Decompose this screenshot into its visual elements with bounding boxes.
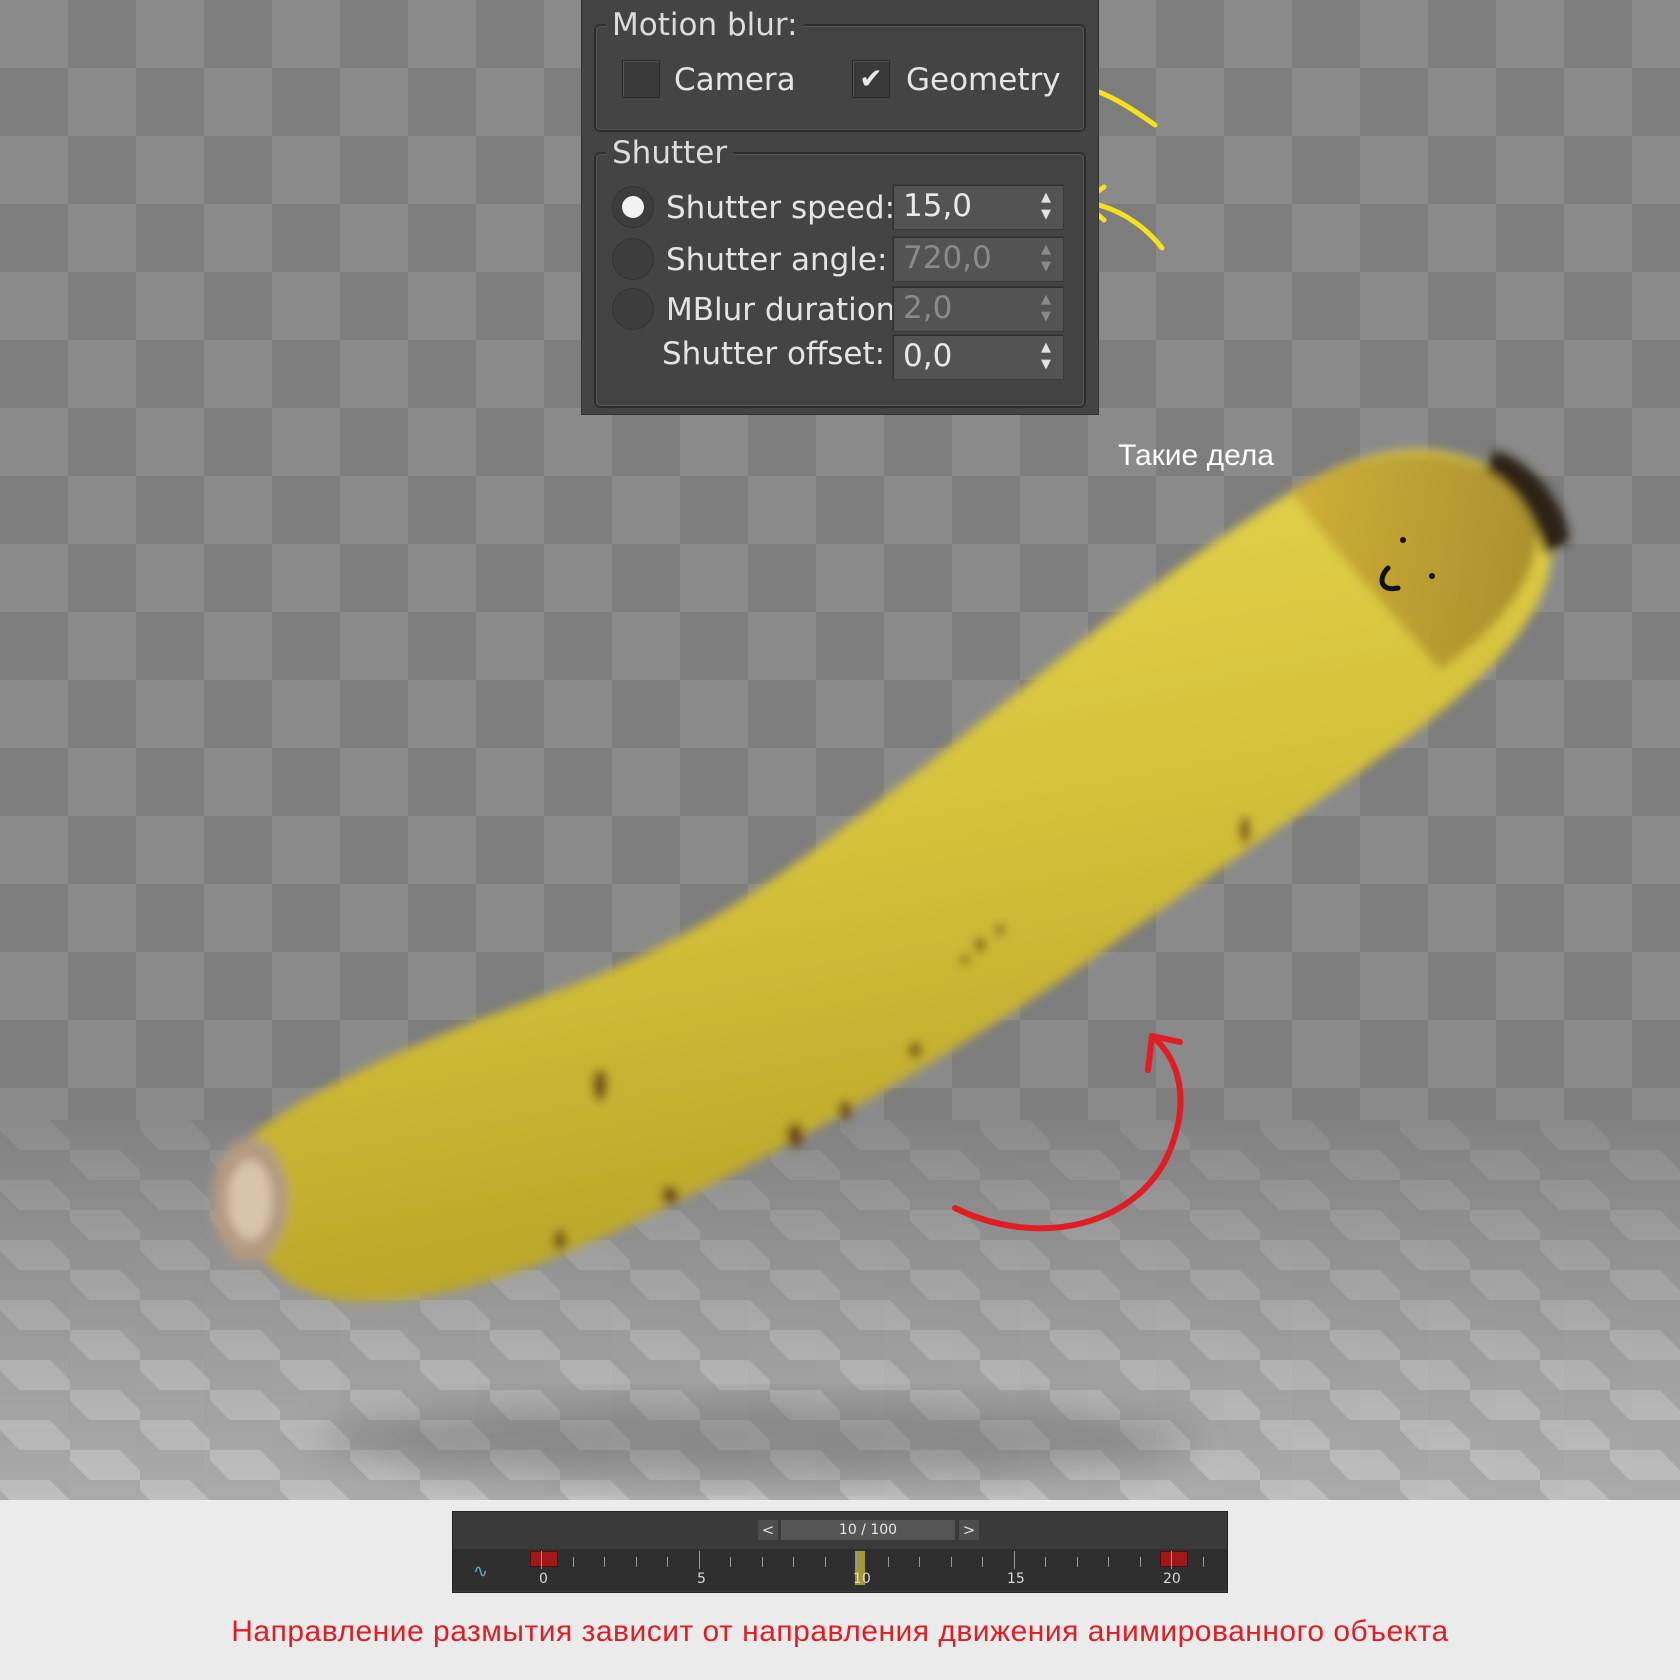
timeline-tick (635, 1557, 637, 1567)
spinner-arrows-icon[interactable]: ▲ ▼ (1039, 241, 1053, 275)
camera-checkbox[interactable] (622, 60, 660, 98)
timeline-tick (698, 1551, 700, 1569)
curve-editor-icon[interactable]: ∿ (473, 1561, 488, 1582)
geometry-label: Geometry (906, 62, 1061, 98)
motion-blur-panel: Motion blur: Camera ✔ Geometry Shutter S… (582, 0, 1098, 414)
timeline-track[interactable]: ∿ 0 5 10 15 20 (453, 1549, 1227, 1591)
motion-blur-title: Motion blur: (606, 8, 804, 42)
tick-label-0: 0 (539, 1571, 548, 1587)
timeline-tick (730, 1557, 731, 1567)
spinner-arrows-icon[interactable]: ▲ ▼ (1039, 339, 1053, 373)
geometry-checkbox[interactable]: ✔ (852, 60, 890, 98)
camera-label: Camera (674, 62, 796, 98)
shutter-angle-radio[interactable] (612, 238, 654, 280)
shutter-speed-label: Shutter speed: (666, 190, 896, 226)
timeline-tick (541, 1551, 542, 1569)
shutter-angle-value: 720,0 (903, 240, 992, 276)
motion-blur-group: Motion blur: Camera ✔ Geometry (594, 8, 1086, 132)
timeline-tick (824, 1557, 826, 1567)
timeline-tick (1013, 1551, 1015, 1569)
timeline-tick (950, 1557, 952, 1567)
timeline-tick (572, 1557, 574, 1567)
timeline-tick (604, 1557, 605, 1567)
mblur-duration-value: 2,0 (903, 290, 953, 326)
timeline-tick (856, 1551, 857, 1569)
timeline-header: < 10 / 100 > (453, 1512, 1227, 1542)
timeline-tick (1171, 1551, 1172, 1569)
red-rotation-arrow (952, 1033, 1184, 1232)
next-frame-button[interactable]: > (959, 1520, 979, 1540)
shutter-title: Shutter (606, 136, 734, 170)
keyframe-marker[interactable] (1160, 1551, 1188, 1567)
timeline-tick (1202, 1557, 1204, 1567)
shutter-offset-label: Shutter offset: (662, 336, 886, 372)
caption-bottom: Направление размытия зависит от направле… (231, 1615, 1449, 1648)
timeline-tick (667, 1557, 668, 1567)
timeline-tick (1139, 1557, 1141, 1567)
timeline: < 10 / 100 > ∿ 0 5 10 15 20 (452, 1511, 1228, 1593)
shutter-speed-radio[interactable] (612, 186, 654, 228)
tick-label-15: 15 (1007, 1571, 1025, 1587)
timeline-tick (919, 1557, 920, 1567)
timeline-tick (982, 1557, 983, 1567)
shutter-angle-label: Shutter angle: (666, 242, 888, 278)
shutter-speed-value: 15,0 (903, 188, 973, 224)
mblur-duration-radio[interactable] (612, 288, 654, 330)
tick-label-20: 20 (1163, 1571, 1181, 1587)
banana-stem-core (228, 1160, 272, 1240)
mblur-duration-spinner[interactable]: 2,0 ▲ ▼ (892, 286, 1064, 332)
timeline-tick (793, 1557, 794, 1567)
spinner-arrows-icon[interactable]: ▲ ▼ (1039, 189, 1053, 223)
prev-frame-button[interactable]: < (758, 1520, 778, 1540)
shutter-group: Shutter Shutter speed: 15,0 ▲ ▼ Shutter a… (594, 136, 1086, 408)
banana-shadow (320, 1400, 1200, 1480)
shutter-angle-spinner[interactable]: 720,0 ▲ ▼ (892, 236, 1064, 282)
banana-body (233, 449, 1552, 1302)
timeline-tick (887, 1557, 889, 1567)
timeline-tick (1076, 1557, 1078, 1567)
timeline-tick (1045, 1557, 1046, 1567)
timeline-tick (761, 1557, 763, 1567)
tick-label-10: 10 (853, 1571, 871, 1587)
mblur-duration-label: MBlur duration: (666, 292, 906, 328)
caption-top: Такие дела (1118, 439, 1274, 472)
tick-label-5: 5 (697, 1571, 706, 1587)
timeline-tick (1108, 1557, 1109, 1567)
shutter-speed-spinner[interactable]: 15,0 ▲ ▼ (892, 184, 1064, 230)
time-slider[interactable]: 10 / 100 (781, 1520, 955, 1540)
keyframe-marker[interactable] (530, 1551, 558, 1567)
shutter-offset-spinner[interactable]: 0,0 ▲ ▼ (892, 334, 1064, 380)
shutter-offset-value: 0,0 (903, 338, 953, 374)
spinner-arrows-icon[interactable]: ▲ ▼ (1039, 291, 1053, 325)
banana (212, 449, 1570, 1302)
